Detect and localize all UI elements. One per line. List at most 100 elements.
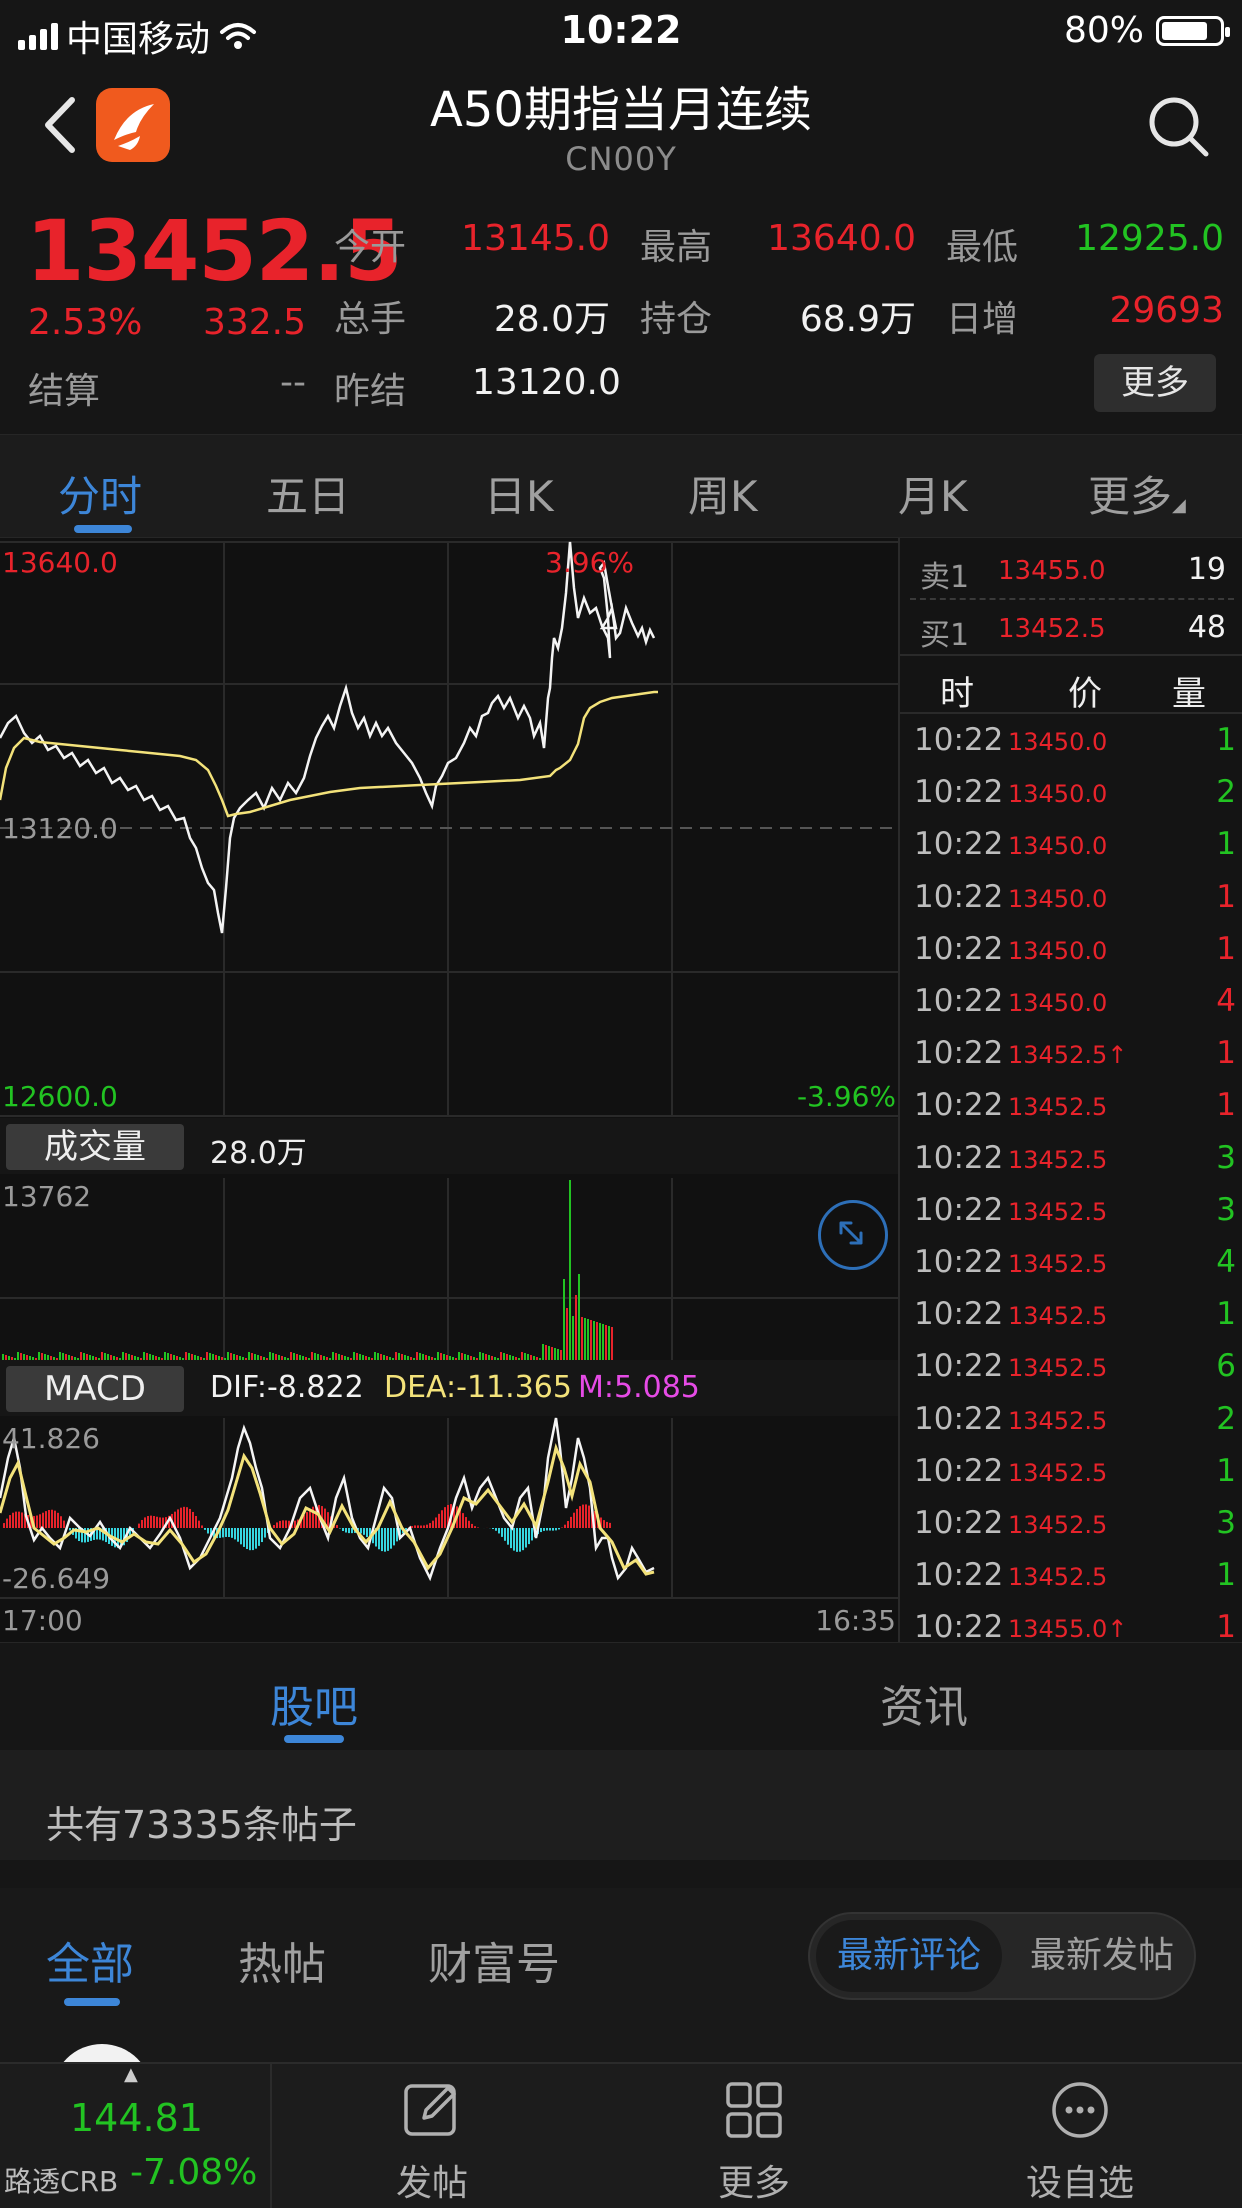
more-dots-icon (1052, 2082, 1108, 2138)
macd-bar (207, 1528, 209, 1534)
sell-level-1: 卖1 13455.0 19 (900, 544, 1242, 596)
volume-bar (395, 1352, 397, 1360)
macd-bar (432, 1520, 434, 1528)
settle-value: -- (280, 362, 306, 403)
macd-bar (222, 1528, 224, 1538)
macd-bar (342, 1528, 344, 1532)
quote-more-button[interactable]: 更多 (1094, 354, 1216, 412)
post-button[interactable]: 发帖 (332, 2064, 532, 2208)
buy-level-1: 买1 13452.5 48 (900, 602, 1242, 654)
macd-bar (186, 1507, 188, 1528)
macd-bar (474, 1526, 476, 1528)
tab-daily-k[interactable]: 日K (484, 463, 554, 524)
macd-bar (471, 1523, 473, 1528)
macd-bar (246, 1528, 248, 1550)
intraday-chart[interactable]: 13640.0 3.96% 13120.0 12600.0 -3.96% 成交量… (0, 538, 898, 1642)
tab-intraday[interactable]: 分时 (58, 463, 142, 524)
macd-bar (585, 1504, 587, 1528)
tick-row: 10:22 13450.0 2 (900, 766, 1242, 818)
macd-bar (141, 1519, 143, 1528)
macd-bar (516, 1528, 518, 1552)
expand-chart-button[interactable] (818, 1200, 888, 1270)
macd-bar (183, 1506, 185, 1528)
macd-bar (201, 1525, 203, 1528)
macd-bar (69, 1528, 71, 1531)
macd-bar (393, 1528, 395, 1546)
macd-bar (444, 1507, 446, 1528)
macd-bar (231, 1528, 233, 1538)
macd-bar (336, 1525, 338, 1528)
volume-label: 总手 (334, 299, 407, 340)
filter-wealth[interactable]: 财富号 (428, 1928, 560, 1992)
volume-indicator-button[interactable]: 成交量 (6, 1124, 184, 1170)
tick-price: 13452.5 (1008, 1093, 1108, 1122)
tick-price: 13450.0 (1008, 832, 1108, 861)
macd-m-value: M:5.085 (578, 1370, 700, 1405)
index-ticker[interactable]: ▲ 144.81 路透CRB -7.08% (0, 2064, 272, 2208)
volume-bars (2, 1180, 613, 1360)
macd-bar (579, 1506, 581, 1528)
macd-bar (495, 1528, 497, 1531)
sort-latest-post[interactable]: 最新发帖 (1014, 1920, 1190, 1992)
tab-weekly-k[interactable]: 周K (688, 463, 758, 524)
low-value: 12925.0 (1075, 218, 1224, 259)
volume-bar (560, 1350, 562, 1360)
more-nav-button[interactable]: 更多 (654, 2064, 854, 2208)
price-line (0, 541, 656, 934)
macd-bar (273, 1525, 275, 1528)
volume-bar (272, 1353, 274, 1360)
macd-bar (9, 1515, 11, 1528)
macd-axis-max: 41.826 (2, 1422, 100, 1455)
macd-bar (501, 1528, 503, 1537)
order-book-panel: 卖1 13455.0 19 买1 13452.5 48 时 价 量 10:22 1… (898, 538, 1242, 1645)
macd-bar (21, 1512, 23, 1528)
macd-bar (435, 1517, 437, 1528)
tick-volume: 3 (1216, 1191, 1236, 1228)
tick-row: 10:22 13452.5 4 (900, 1236, 1242, 1288)
volume-bar (62, 1353, 64, 1360)
volume-bar (584, 1318, 586, 1360)
filter-hot[interactable]: 热帖 (238, 1928, 326, 1992)
volume-bar (578, 1274, 580, 1360)
volume-bar (503, 1353, 505, 1360)
tick-volume: 3 (1216, 1505, 1236, 1541)
tick-time: 10:22 (914, 1191, 1004, 1228)
macd-indicator-button[interactable]: MACD (6, 1366, 184, 1412)
search-icon[interactable] (1146, 94, 1210, 158)
tick-row: 10:22 13450.0 4 (900, 975, 1242, 1027)
tick-volume: 1 (1216, 826, 1236, 863)
macd-bar (387, 1528, 389, 1551)
volume-bar (587, 1319, 589, 1360)
volume-bar (209, 1353, 211, 1360)
macd-bar (156, 1516, 158, 1528)
volume-bar (593, 1321, 595, 1360)
macd-bar (261, 1528, 263, 1543)
add-watchlist-button[interactable]: 设自选 (980, 2064, 1180, 2208)
tick-time: 10:22 (914, 878, 1004, 915)
volume-bar (545, 1345, 547, 1360)
macd-bar (441, 1510, 443, 1528)
volume-bar (143, 1352, 145, 1360)
tab-five-day[interactable]: 五日 (266, 463, 350, 524)
tab-monthly-k[interactable]: 月K (898, 463, 968, 524)
tick-volume: 1 (1216, 1557, 1236, 1594)
volume-bar (398, 1353, 400, 1360)
macd-bar (252, 1528, 254, 1551)
tick-row: 10:22 13452.5↑ 1 (900, 1027, 1242, 1079)
tab-news[interactable]: 资讯 (880, 1671, 968, 1735)
tab-forum[interactable]: 股吧 (270, 1671, 358, 1735)
volume-bar (290, 1352, 292, 1360)
filter-all[interactable]: 全部 (46, 1928, 134, 1992)
tick-header-price: 价 (1068, 674, 1102, 714)
macd-bar (492, 1528, 494, 1530)
volume-bar (17, 1352, 19, 1360)
macd-bar (39, 1514, 41, 1528)
sort-latest-comment[interactable]: 最新评论 (816, 1920, 1002, 1992)
macd-bar (234, 1528, 236, 1540)
tick-row: 10:22 13452.5 2 (900, 1393, 1242, 1445)
tab-more-periods[interactable]: 更多◢ (1088, 463, 1186, 524)
macd-bar (15, 1511, 17, 1528)
buy-qty: 48 (1187, 610, 1226, 645)
community-tab-indicator (284, 1735, 344, 1743)
volume-bar (38, 1352, 40, 1360)
